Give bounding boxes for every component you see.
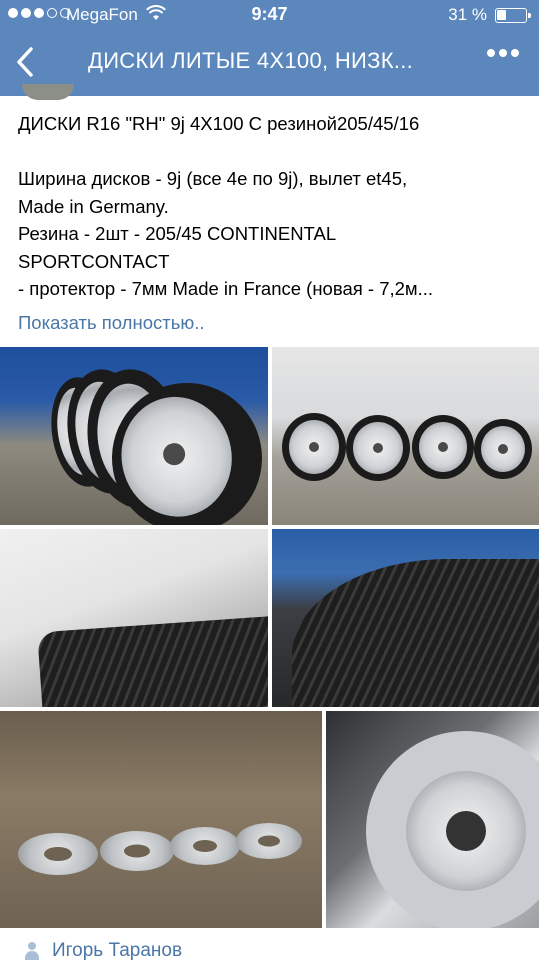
- more-button[interactable]: [487, 49, 519, 57]
- person-icon: [24, 942, 40, 960]
- post-line: ДИСКИ R16 "RH" 9j 4X100 С резиной205/45/…: [18, 113, 420, 134]
- avatar[interactable]: [22, 84, 74, 100]
- chevron-left-icon: [17, 47, 33, 77]
- post-text: ДИСКИ R16 "RH" 9j 4X100 С резиной205/45/…: [18, 110, 523, 303]
- battery-icon: [495, 8, 531, 23]
- app-header: MegaFon 9:47 31 % ДИСКИ ЛИТЫЕ 4X100, НИЗ…: [0, 0, 539, 96]
- photo-wheel-spacers[interactable]: [0, 711, 322, 928]
- photo-wheels-row[interactable]: [272, 347, 539, 525]
- post-line-blank: [18, 138, 523, 166]
- status-bar: MegaFon 9:47 31 %: [0, 0, 539, 30]
- post-author[interactable]: Игорь Таранов: [24, 940, 182, 960]
- post-line: Made in Germany.: [18, 195, 169, 217]
- battery-percent: 31 %: [448, 5, 487, 24]
- post-line: - протектор - 7мм Made in France (новая …: [18, 278, 434, 299]
- photo-rim-closeup[interactable]: [326, 711, 539, 928]
- show-more-link[interactable]: Показать полностью..: [18, 312, 205, 334]
- author-name: Игорь Таранов: [52, 940, 183, 960]
- back-button[interactable]: [10, 42, 40, 82]
- post-line: Ширина дисков - 9j (все 4е по 9j), вылет…: [18, 168, 408, 189]
- page-title: ДИСКИ ЛИТЫЕ 4X100, НИЗК...: [88, 48, 414, 73]
- post-line: SPORTCONTACT: [18, 250, 170, 272]
- more-dots-icon: [487, 49, 495, 57]
- post-line: Резина - 2шт - 205/45 CONTINENTAL: [18, 223, 337, 244]
- photo-tire-sidewall[interactable]: [272, 529, 539, 707]
- nav-bar: ДИСКИ ЛИТЫЕ 4X100, НИЗК...: [0, 30, 539, 96]
- photo-tread-closeup[interactable]: [0, 529, 268, 707]
- photo-wheels-stack[interactable]: [0, 347, 268, 525]
